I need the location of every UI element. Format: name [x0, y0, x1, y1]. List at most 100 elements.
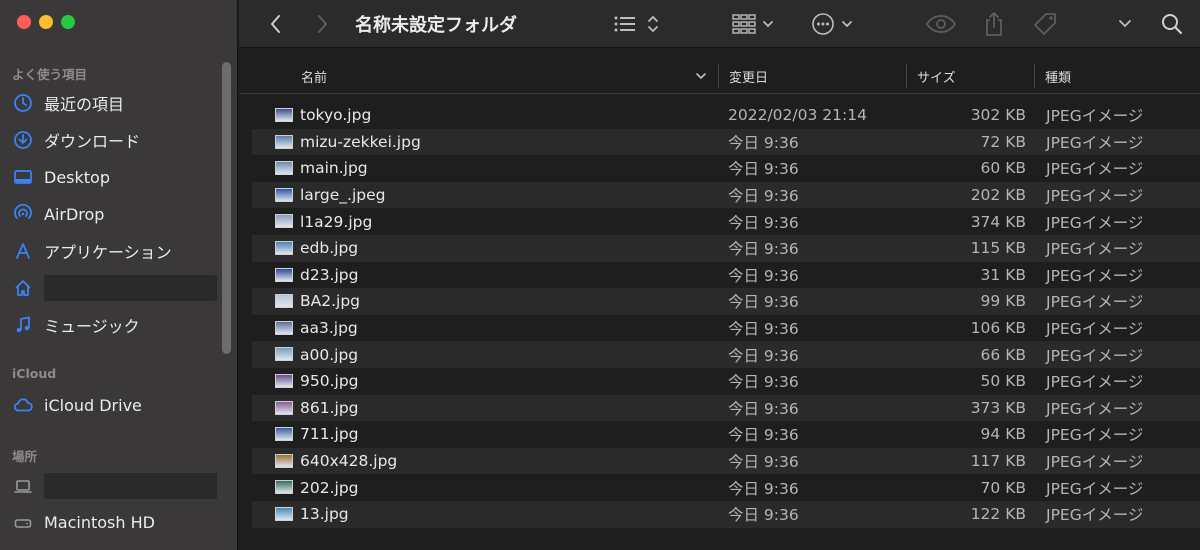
file-kind: JPEGイメージ — [1046, 107, 1144, 126]
sidebar-item-label: アプリケーション — [44, 243, 172, 262]
laptop-icon — [12, 475, 34, 497]
file-size: 66 KB — [980, 345, 1026, 364]
sidebar-item-label: Macintosh HD — [44, 512, 155, 532]
file-row[interactable]: l1a29.jpg 今日 9:36 374 KB JPEGイメージ — [252, 208, 1200, 235]
file-row[interactable]: main.jpg 今日 9:36 60 KB JPEGイメージ — [252, 155, 1200, 182]
file-kind: JPEGイメージ — [1046, 133, 1144, 152]
airdrop-icon — [12, 203, 34, 225]
sidebar-item-desktop[interactable]: Desktop — [12, 162, 217, 192]
back-button[interactable] — [265, 10, 287, 38]
search-button[interactable] — [1159, 10, 1185, 38]
column-divider[interactable] — [906, 64, 907, 88]
file-row[interactable]: 13.jpg 今日 9:36 122 KB JPEGイメージ — [252, 500, 1200, 528]
file-kind: JPEGイメージ — [1046, 266, 1144, 285]
file-row[interactable]: 711.jpg 今日 9:36 94 KB JPEGイメージ — [252, 421, 1200, 448]
file-name: 202.jpg — [300, 478, 359, 497]
column-divider[interactable] — [718, 64, 719, 88]
sidebar-item-label: Desktop — [44, 167, 110, 187]
sidebar-heading-icloud: iCloud — [12, 366, 57, 381]
file-date: 今日 9:36 — [728, 506, 799, 525]
grid-icon — [732, 14, 773, 34]
jpeg-thumbnail-icon — [275, 134, 293, 149]
file-name: BA2.jpg — [300, 292, 361, 311]
download-icon — [12, 129, 34, 151]
zoom-window-button[interactable] — [61, 15, 75, 29]
file-name: aa3.jpg — [300, 319, 358, 338]
share-button[interactable] — [981, 10, 1007, 38]
column-size[interactable]: サイズ — [917, 58, 956, 94]
jpeg-thumbnail-icon — [275, 267, 293, 282]
file-date: 今日 9:36 — [728, 479, 799, 498]
file-row[interactable]: 202.jpg 今日 9:36 70 KB JPEGイメージ — [252, 474, 1200, 501]
file-row[interactable]: 950.jpg 今日 9:36 50 KB JPEGイメージ — [252, 368, 1200, 395]
search-icon — [1162, 14, 1183, 35]
sidebar: よく使う項目 最近の項目 ダウンロード Desktop AirDrop アプリケ… — [0, 0, 238, 550]
file-size: 302 KB — [970, 106, 1026, 125]
sidebar-item-label: iCloud Drive — [44, 395, 142, 415]
column-kind[interactable]: 種類 — [1045, 58, 1071, 94]
file-name: 711.jpg — [300, 425, 359, 444]
sidebar-item-applications[interactable]: アプリケーション — [12, 236, 217, 266]
redacted-label — [43, 275, 217, 301]
share-icon — [986, 11, 1002, 36]
file-row[interactable]: mizu-zekkei.jpg 今日 9:36 72 KB JPEGイメージ — [252, 128, 1200, 156]
sidebar-item-downloads[interactable]: ダウンロード — [12, 125, 217, 155]
group-button[interactable] — [732, 10, 782, 38]
file-row[interactable]: tokyo.jpg 2022/02/03 21:14 302 KB JPEGイメージ — [252, 102, 1200, 129]
file-name: large_.jpeg — [300, 186, 386, 205]
file-date: 今日 9:36 — [728, 266, 799, 285]
file-date: 今日 9:36 — [728, 399, 799, 418]
file-date: 今日 9:36 — [728, 293, 799, 312]
sidebar-item-icloud-drive[interactable]: iCloud Drive — [12, 390, 217, 420]
file-date: 今日 9:36 — [728, 453, 799, 472]
jpeg-thumbnail-icon — [275, 506, 293, 521]
jpeg-thumbnail-icon — [275, 453, 293, 468]
close-window-button[interactable] — [17, 15, 31, 29]
sidebar-item-this-mac[interactable] — [12, 471, 217, 501]
file-row[interactable]: aa3.jpg 今日 9:36 106 KB JPEGイメージ — [252, 315, 1200, 342]
file-row[interactable]: 861.jpg 今日 9:36 373 KB JPEGイメージ — [252, 394, 1200, 422]
sidebar-scrollbar[interactable] — [222, 62, 231, 354]
sort-indicator[interactable] — [695, 58, 707, 94]
file-kind: JPEGイメージ — [1046, 399, 1144, 418]
view-mode-button[interactable] — [613, 10, 663, 38]
sidebar-item-airdrop[interactable]: AirDrop — [12, 199, 217, 229]
sidebar-item-macintosh-hd[interactable]: Macintosh HD — [12, 507, 217, 537]
file-date: 今日 9:36 — [728, 373, 799, 392]
action-menu-button[interactable] — [811, 10, 859, 38]
file-kind: JPEGイメージ — [1046, 293, 1144, 312]
sidebar-item-recents[interactable]: 最近の項目 — [12, 88, 217, 118]
forward-button[interactable] — [311, 10, 333, 38]
file-row[interactable]: d23.jpg 今日 9:36 31 KB JPEGイメージ — [252, 262, 1200, 289]
tag-icon — [1034, 13, 1056, 35]
file-kind: JPEGイメージ — [1046, 479, 1144, 498]
column-name[interactable]: 名前 — [301, 58, 327, 94]
home-icon — [12, 277, 34, 299]
redacted-label — [43, 473, 217, 499]
tags-button[interactable] — [1031, 10, 1061, 38]
file-row[interactable]: BA2.jpg 今日 9:36 99 KB JPEGイメージ — [252, 288, 1200, 315]
toolbar-overflow-button[interactable] — [1115, 10, 1135, 38]
ellipsis-circle-icon — [812, 13, 852, 35]
file-row[interactable]: 640x428.jpg 今日 9:36 117 KB JPEGイメージ — [252, 447, 1200, 475]
sidebar-heading-favorites: よく使う項目 — [12, 67, 88, 82]
jpeg-thumbnail-icon — [275, 347, 293, 362]
file-row[interactable]: large_.jpeg 今日 9:36 202 KB JPEGイメージ — [252, 181, 1200, 209]
eye-icon — [925, 15, 957, 33]
sidebar-item-label: 最近の項目 — [44, 95, 125, 114]
file-row[interactable]: a00.jpg 今日 9:36 66 KB JPEGイメージ — [252, 341, 1200, 368]
quick-look-button[interactable] — [925, 10, 957, 38]
minimize-window-button[interactable] — [39, 15, 53, 29]
jpeg-thumbnail-icon — [275, 294, 293, 309]
file-kind: JPEGイメージ — [1046, 320, 1144, 339]
file-date: 今日 9:36 — [728, 346, 799, 365]
sidebar-item-music[interactable]: ミュージック — [12, 310, 217, 340]
jpeg-thumbnail-icon — [275, 320, 293, 335]
sidebar-item-home[interactable] — [12, 273, 217, 303]
column-divider[interactable] — [1034, 64, 1035, 88]
file-kind: JPEGイメージ — [1046, 506, 1144, 525]
file-list: tokyo.jpg 2022/02/03 21:14 302 KB JPEGイメージ m… — [252, 102, 1200, 528]
file-date: 今日 9:36 — [728, 213, 799, 232]
column-date[interactable]: 変更日 — [729, 58, 768, 94]
file-row[interactable]: edb.jpg 今日 9:36 115 KB JPEGイメージ — [252, 234, 1200, 262]
